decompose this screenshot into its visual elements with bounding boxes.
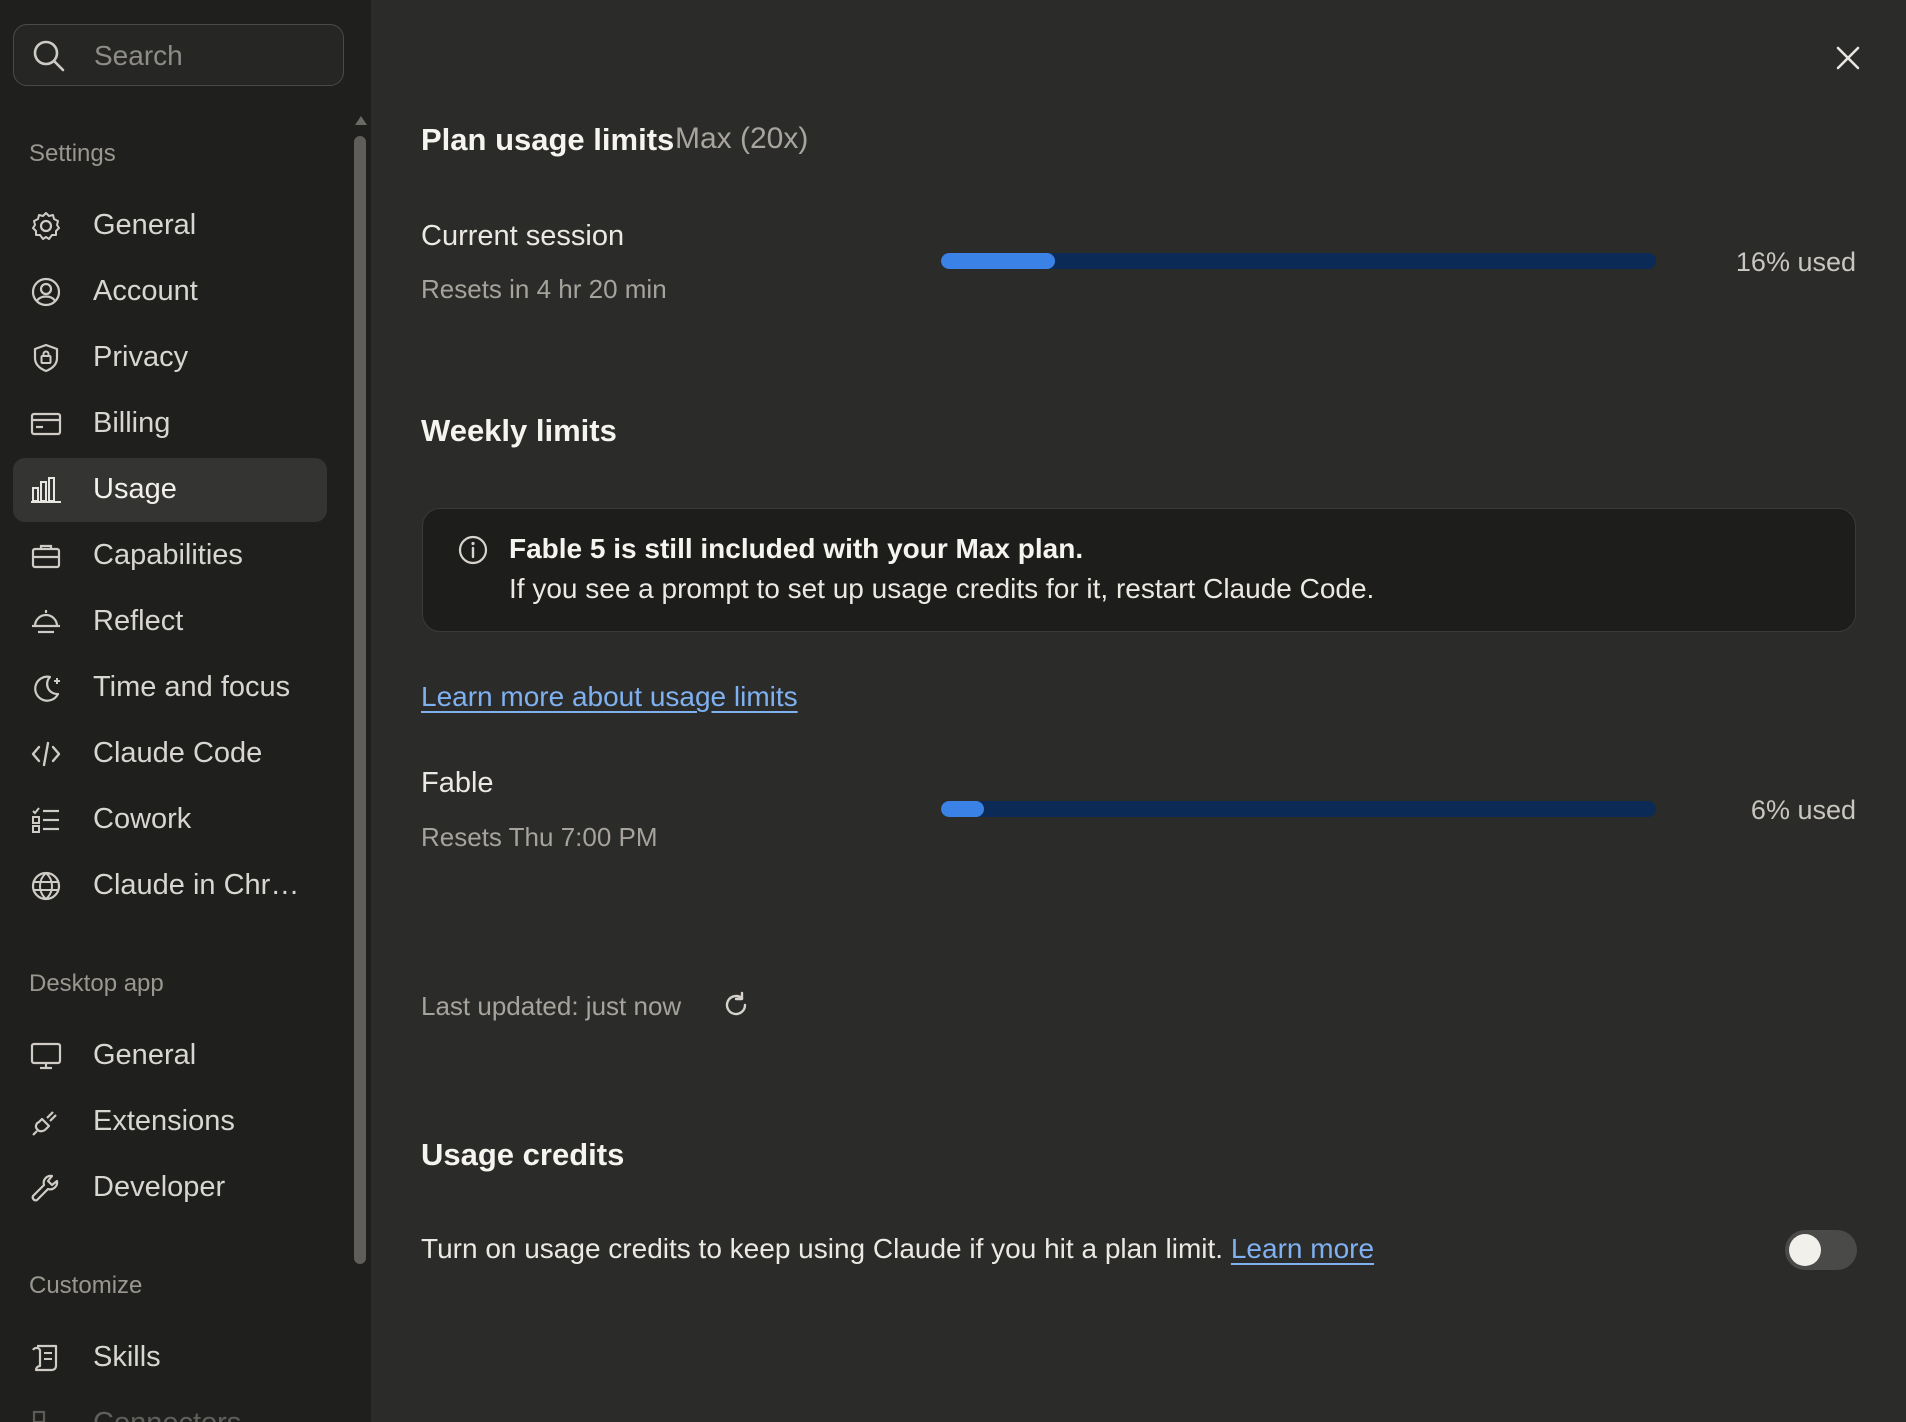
sidebar-item-usage[interactable]: Usage bbox=[13, 458, 327, 522]
fable-title: Fable bbox=[421, 767, 494, 799]
sidebar-scrollbar[interactable] bbox=[354, 136, 366, 1264]
sidebar-item-desktop-general[interactable]: General bbox=[13, 1024, 327, 1088]
session-title: Current session bbox=[421, 220, 625, 252]
session-percent: 16% used bbox=[1735, 247, 1856, 277]
sidebar-item-time-and-focus[interactable]: Time and focus bbox=[13, 656, 327, 720]
usage-credits-text: Turn on usage credits to keep using Clau… bbox=[421, 1233, 1224, 1264]
session-progress-fill bbox=[941, 253, 1056, 269]
sidebar-item-developer[interactable]: Developer bbox=[13, 1156, 327, 1220]
learn-more-usage-limits-link[interactable]: Learn more about usage limits bbox=[421, 681, 798, 713]
sidebar-item-privacy[interactable]: Privacy bbox=[13, 326, 327, 390]
usage-credits-title: Usage credits bbox=[421, 1137, 625, 1172]
sidebar-item-label: Account bbox=[93, 275, 198, 307]
connectors-icon bbox=[30, 1408, 62, 1422]
info-icon bbox=[458, 535, 488, 565]
credit-card-icon bbox=[30, 408, 62, 440]
sidebar-item-label: Connectors bbox=[93, 1407, 241, 1422]
sidebar: Settings General Account Privacy Billing… bbox=[0, 0, 371, 1422]
sidebar-item-label: Claude Code bbox=[93, 737, 263, 769]
fable-progress-fill bbox=[941, 801, 984, 817]
session-reset: Resets in 4 hr 20 min bbox=[421, 274, 667, 304]
sidebar-item-label: Time and focus bbox=[93, 671, 291, 703]
sidebar-item-extensions[interactable]: Extensions bbox=[13, 1090, 327, 1154]
checklist-icon bbox=[30, 804, 62, 836]
sidebar-item-label: Usage bbox=[93, 473, 177, 505]
scroll-up-arrow[interactable] bbox=[355, 116, 367, 125]
sidebar-item-claude-in-chrome[interactable]: Claude in Chr… bbox=[13, 854, 327, 918]
monitor-icon bbox=[30, 1040, 62, 1072]
sidebar-item-reflect[interactable]: Reflect bbox=[13, 590, 327, 654]
shield-lock-icon bbox=[30, 342, 62, 374]
sunset-icon bbox=[30, 606, 62, 638]
sidebar-item-skills[interactable]: Skills bbox=[13, 1326, 327, 1390]
sidebar-item-claude-code[interactable]: Claude Code bbox=[13, 722, 327, 786]
info-callout: Fable 5 is still included with your Max … bbox=[422, 508, 1856, 632]
search-input[interactable] bbox=[92, 35, 336, 77]
usage-credits-toggle[interactable] bbox=[1785, 1230, 1857, 1270]
user-circle-icon bbox=[30, 276, 62, 308]
desktop-section-label: Desktop app bbox=[29, 970, 164, 997]
code-icon bbox=[30, 738, 62, 770]
sidebar-item-billing[interactable]: Billing bbox=[13, 392, 327, 456]
usage-credits-learn-more-link[interactable]: Learn more bbox=[1231, 1233, 1374, 1264]
scroll-icon bbox=[30, 1342, 62, 1374]
customize-section-label: Customize bbox=[29, 1272, 143, 1299]
sidebar-item-label: Cowork bbox=[93, 803, 192, 835]
bar-chart-icon bbox=[30, 474, 62, 506]
sidebar-item-cowork[interactable]: Cowork bbox=[13, 788, 327, 852]
gear-icon bbox=[30, 210, 62, 242]
sidebar-item-general[interactable]: General bbox=[13, 194, 327, 258]
refresh-button[interactable] bbox=[721, 990, 751, 1020]
close-button[interactable] bbox=[1830, 40, 1866, 76]
sidebar-item-label: Privacy bbox=[93, 341, 189, 373]
moon-icon bbox=[30, 672, 62, 704]
fable-reset: Resets Thu 7:00 PM bbox=[421, 822, 658, 852]
usage-credits-description: Turn on usage credits to keep using Clau… bbox=[421, 1233, 1374, 1265]
sidebar-item-label: Skills bbox=[93, 1341, 161, 1373]
refresh-icon bbox=[725, 991, 747, 1016]
close-icon bbox=[1836, 46, 1860, 70]
sidebar-item-account[interactable]: Account bbox=[13, 260, 327, 324]
search-icon bbox=[33, 40, 65, 72]
sidebar-item-label: General bbox=[93, 1039, 197, 1071]
sidebar-item-label: Developer bbox=[93, 1171, 226, 1203]
weekly-limits-title: Weekly limits bbox=[421, 413, 617, 448]
fable-progress-bar bbox=[941, 801, 1656, 817]
session-progress-bar bbox=[941, 253, 1656, 269]
sidebar-item-label: Reflect bbox=[93, 605, 184, 637]
settings-section-label: Settings bbox=[29, 140, 116, 167]
sidebar-item-label: Claude in Chr… bbox=[93, 869, 300, 901]
sidebar-item-capabilities[interactable]: Capabilities bbox=[13, 524, 327, 588]
toolbox-icon bbox=[30, 540, 62, 572]
fable-percent: 6% used bbox=[1750, 795, 1856, 825]
sidebar-item-connectors[interactable]: Connectors bbox=[13, 1392, 327, 1422]
wrench-icon bbox=[30, 1172, 62, 1204]
sidebar-item-label: General bbox=[93, 209, 197, 241]
toggle-knob bbox=[1789, 1234, 1821, 1266]
info-text: If you see a prompt to set up usage cred… bbox=[509, 573, 1375, 604]
info-bold-text: Fable 5 is still included with your Max … bbox=[509, 533, 1084, 564]
last-updated-text: Last updated: just now bbox=[421, 991, 682, 1021]
sidebar-item-label: Billing bbox=[93, 407, 171, 439]
globe-icon bbox=[30, 870, 62, 902]
sidebar-item-label: Extensions bbox=[93, 1105, 235, 1137]
search-box[interactable] bbox=[13, 24, 344, 86]
plug-icon bbox=[30, 1106, 62, 1138]
sidebar-item-label: Capabilities bbox=[93, 539, 243, 571]
plan-name: Max (20x) bbox=[675, 122, 809, 155]
plan-usage-title: Plan usage limits bbox=[421, 122, 675, 157]
